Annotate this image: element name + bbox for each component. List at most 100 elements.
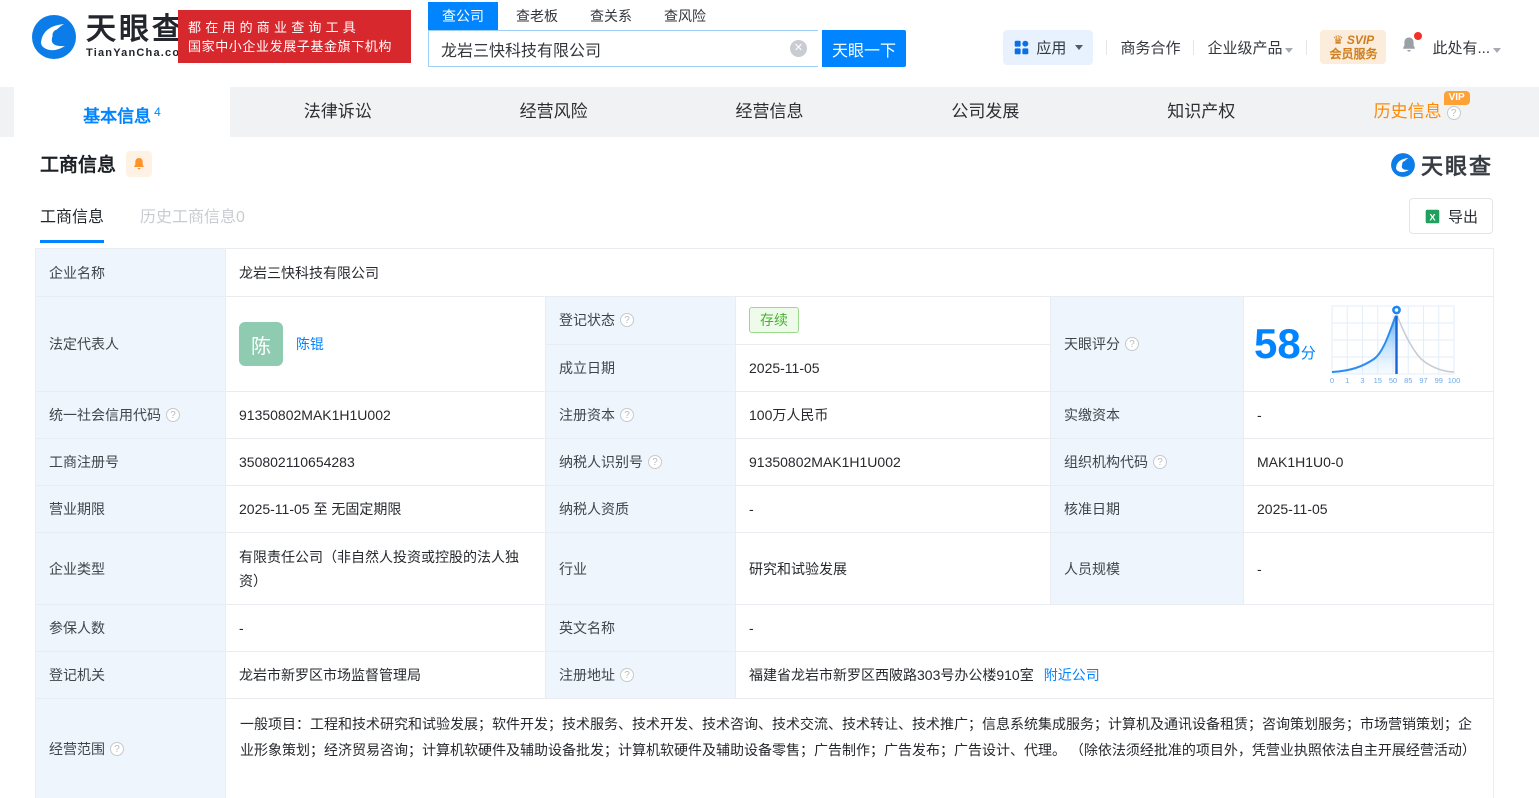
table-row: 参保人数 - 英文名称 - <box>36 605 1494 652</box>
question-icon[interactable]: ? <box>620 668 634 682</box>
caret-down-icon <box>1285 47 1294 53</box>
insured-count-label: 参保人数 <box>36 605 226 652</box>
tab-basic-info[interactable]: 基本信息 4 <box>14 87 230 137</box>
search-input[interactable] <box>428 30 818 67</box>
table-row: 统一社会信用代码? 91350802MAK1H1U002 注册资本? 100万人… <box>36 392 1494 439</box>
menu-enterprise-products[interactable]: 企业级产品 <box>1207 37 1294 58</box>
export-button[interactable]: X 导出 <box>1409 198 1493 234</box>
divider <box>1106 39 1108 55</box>
reg-status-value: 存续 <box>736 297 1051 345</box>
notification-dot <box>1414 32 1423 40</box>
table-row: 法定代表人 陈 陈锟 登记状态? 存续 成立日期 2025-11-05 天眼评分… <box>36 297 1494 392</box>
svg-text:1: 1 <box>1345 376 1349 385</box>
establish-date-label: 成立日期 <box>546 344 736 392</box>
question-icon[interactable]: ? <box>166 408 180 422</box>
company-name-label: 企业名称 <box>36 249 226 297</box>
business-term-value: 2025-11-05 至 无固定期限 <box>226 486 546 533</box>
taxpayer-id-value: 91350802MAK1H1U002 <box>736 439 1051 486</box>
paid-capital-label: 实缴资本 <box>1051 392 1244 439</box>
english-name-value: - <box>736 605 1494 652</box>
legal-rep-value: 陈 陈锟 <box>226 297 546 392</box>
subtab-business-info[interactable]: 工商信息 <box>40 203 105 243</box>
tab-label: 基本信息 <box>83 107 152 126</box>
subtab-history-business-info[interactable]: 历史工商信息0 <box>140 203 245 243</box>
tab-operating-info[interactable]: 经营信息 <box>662 87 878 137</box>
approval-date-value: 2025-11-05 <box>1244 486 1494 533</box>
question-icon[interactable]: ? <box>1153 455 1167 469</box>
tianyancha-logo[interactable]: 天眼查 TianYanCha.com <box>30 13 191 61</box>
reg-capital-label: 注册资本? <box>546 392 736 439</box>
reg-address-value: 福建省龙岩市新罗区西陂路303号办公楼910室 附近公司 <box>736 652 1494 699</box>
svip-line1: SVIP <box>1346 33 1375 47</box>
legal-rep-link[interactable]: 陈锟 <box>296 334 324 354</box>
apps-menu[interactable]: 应用 <box>1003 29 1094 65</box>
reg-number-label: 工商注册号 <box>36 439 226 486</box>
tab-intellectual-property[interactable]: 知识产权 <box>1093 87 1309 137</box>
tab-label: 经营风险 <box>519 102 588 121</box>
main-nav-tabs: 基本信息 4 法律诉讼 经营风险 经营信息 公司发展 知识产权 历史信息 VIP? <box>0 87 1539 137</box>
industry-label: 行业 <box>546 533 736 605</box>
search-tab-boss[interactable]: 查老板 <box>502 2 572 30</box>
reg-authority-label: 登记机关 <box>36 652 226 699</box>
question-icon[interactable]: ? <box>1125 337 1139 351</box>
address-text: 福建省龙岩市新罗区西陂路303号办公楼910室 <box>749 667 1034 683</box>
avatar[interactable]: 陈 <box>239 322 283 366</box>
svip-line2: 会员服务 <box>1329 47 1378 61</box>
svg-text:99: 99 <box>1434 376 1442 385</box>
watermark-text: 天眼查 <box>1420 154 1493 179</box>
brand-banner: 都在用的商业查询工具 国家中小企业发展子基金旗下机构 <box>178 10 411 63</box>
search-tab-relation[interactable]: 查关系 <box>576 2 646 30</box>
table-row: 成立日期 2025-11-05 <box>546 344 1051 392</box>
banner-line1: 都在用的商业查询工具 <box>188 20 361 35</box>
reg-number-value: 350802110654283 <box>226 439 546 486</box>
org-code-value: MAK1H1U0-0 <box>1244 439 1494 486</box>
taxpayer-quality-value: - <box>736 486 1051 533</box>
nearby-companies-link[interactable]: 附近公司 <box>1044 665 1100 685</box>
label-text: 纳税人识别号 <box>559 454 643 470</box>
question-icon[interactable]: ? <box>648 455 662 469</box>
tab-company-development[interactable]: 公司发展 <box>877 87 1093 137</box>
tianyancha-eye-icon <box>1391 153 1415 177</box>
clear-icon[interactable]: ✕ <box>790 40 807 57</box>
business-scope-value: 一般项目：工程和技术研究和试验发展；软件开发；技术服务、技术开发、技术咨询、技术… <box>226 699 1494 798</box>
table-row: 营业期限 2025-11-05 至 无固定期限 纳税人资质 - 核准日期 202… <box>36 486 1494 533</box>
question-icon[interactable]: ? <box>1446 106 1461 120</box>
tab-operating-risk[interactable]: 经营风险 <box>446 87 662 137</box>
search-tabs: 查公司 查老板 查关系 查风险 <box>428 2 906 30</box>
tab-legal-proceedings[interactable]: 法律诉讼 <box>230 87 446 137</box>
search-tab-risk[interactable]: 查风险 <box>650 2 720 30</box>
question-icon[interactable]: ? <box>620 408 634 422</box>
search-button[interactable]: 天眼一下 <box>822 30 906 67</box>
search-tab-company[interactable]: 查公司 <box>428 2 498 30</box>
company-type-label: 企业类型 <box>36 533 226 605</box>
svip-member-badge[interactable]: ♛ SVIP 会员服务 <box>1320 30 1387 64</box>
subscribe-bell-button[interactable] <box>126 150 153 177</box>
tab-history-info[interactable]: 历史信息 VIP? <box>1309 87 1525 137</box>
taxpayer-quality-label: 纳税人资质 <box>546 486 736 533</box>
label-text: 注册地址 <box>559 667 615 683</box>
question-icon[interactable]: ? <box>620 313 634 328</box>
logo-title: 天眼查 <box>86 13 185 46</box>
caret-down-icon <box>1075 44 1084 50</box>
org-code-label: 组织机构代码? <box>1051 439 1244 486</box>
header-menu: 应用 商务合作 企业级产品 ♛ SVIP 会员服务 此处有... <box>1003 27 1501 67</box>
taxpayer-id-label: 纳税人识别号? <box>546 439 736 486</box>
menu-business-cooperation[interactable]: 商务合作 <box>1120 37 1180 58</box>
svg-text:97: 97 <box>1419 376 1427 385</box>
notification-bell[interactable] <box>1399 32 1423 59</box>
english-name-label: 英文名称 <box>546 605 736 652</box>
industry-value: 研究和试验发展 <box>736 533 1051 605</box>
business-scope-label: 经营范围? <box>36 699 226 798</box>
credit-code-value: 91350802MAK1H1U002 <box>226 392 546 439</box>
logo-subtitle: TianYanCha.com <box>86 47 192 59</box>
menu-more[interactable]: 此处有... <box>1432 37 1501 58</box>
label-text: 登记状态 <box>559 312 615 329</box>
staff-size-label: 人员规模 <box>1051 533 1244 605</box>
status-badge: 存续 <box>749 307 799 334</box>
question-icon[interactable]: ? <box>110 741 124 756</box>
svg-text:85: 85 <box>1404 376 1412 385</box>
credit-code-label: 统一社会信用代码? <box>36 392 226 439</box>
table-row: 企业名称 龙岩三快科技有限公司 <box>36 249 1494 297</box>
approval-date-label: 核准日期 <box>1051 486 1244 533</box>
more-label: 此处有... <box>1432 39 1490 57</box>
